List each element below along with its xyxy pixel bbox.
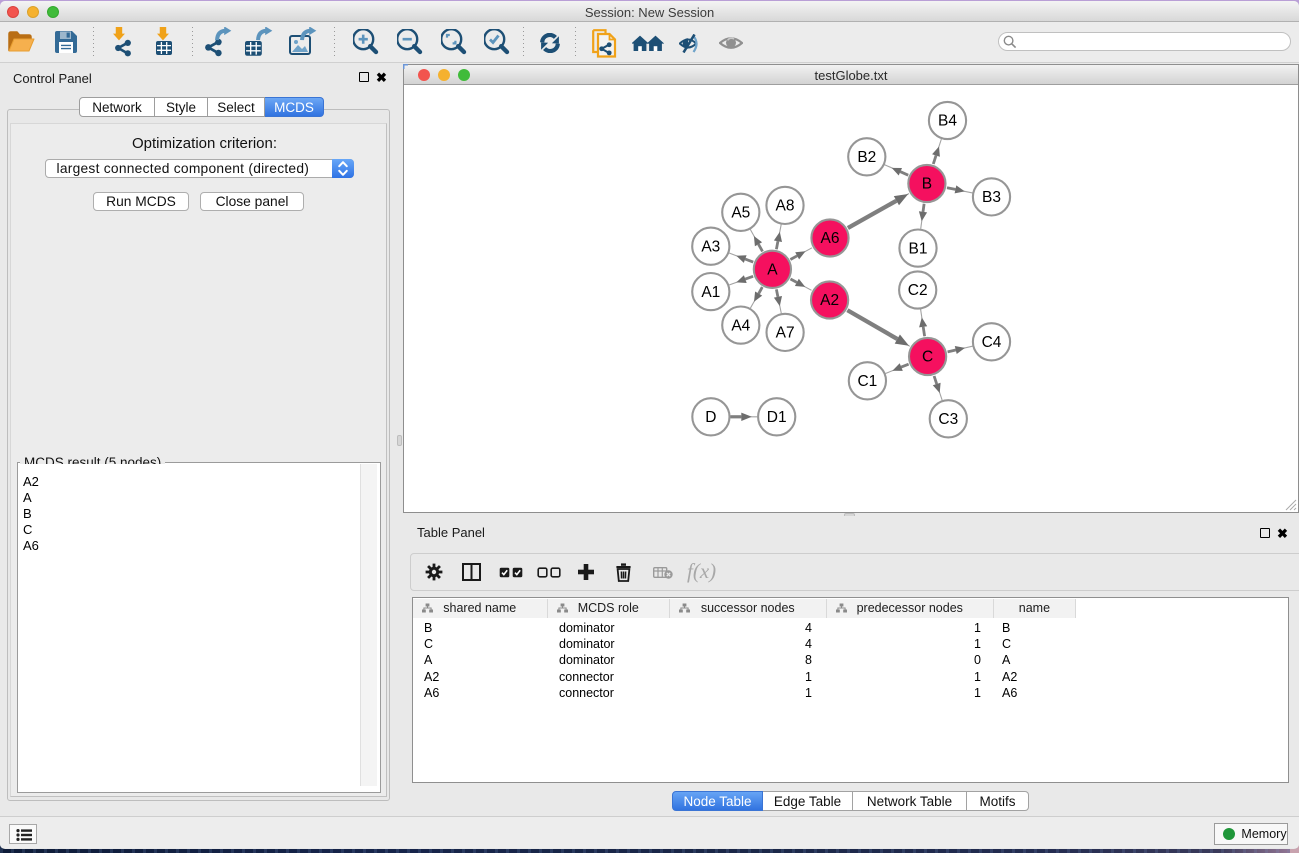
svg-text:B3: B3: [982, 189, 1001, 206]
svg-text:A5: A5: [731, 205, 750, 222]
svg-text:C1: C1: [857, 373, 877, 390]
svg-text:A6: A6: [821, 230, 840, 247]
svg-text:A2: A2: [820, 292, 839, 309]
svg-text:B2: B2: [857, 149, 876, 166]
svg-text:A3: A3: [701, 238, 720, 255]
svg-text:D: D: [705, 409, 716, 426]
svg-text:C4: C4: [982, 334, 1002, 351]
svg-text:A7: A7: [776, 325, 795, 342]
svg-text:D1: D1: [767, 409, 787, 426]
svg-text:A1: A1: [701, 284, 720, 301]
svg-text:A8: A8: [776, 198, 795, 215]
svg-text:C: C: [922, 349, 933, 366]
svg-text:A4: A4: [731, 317, 750, 334]
svg-text:A: A: [767, 262, 778, 279]
svg-text:C2: C2: [908, 282, 928, 299]
svg-text:B: B: [922, 176, 932, 193]
svg-text:B4: B4: [938, 113, 957, 130]
svg-text:B1: B1: [909, 240, 928, 257]
svg-text:C3: C3: [938, 411, 958, 428]
